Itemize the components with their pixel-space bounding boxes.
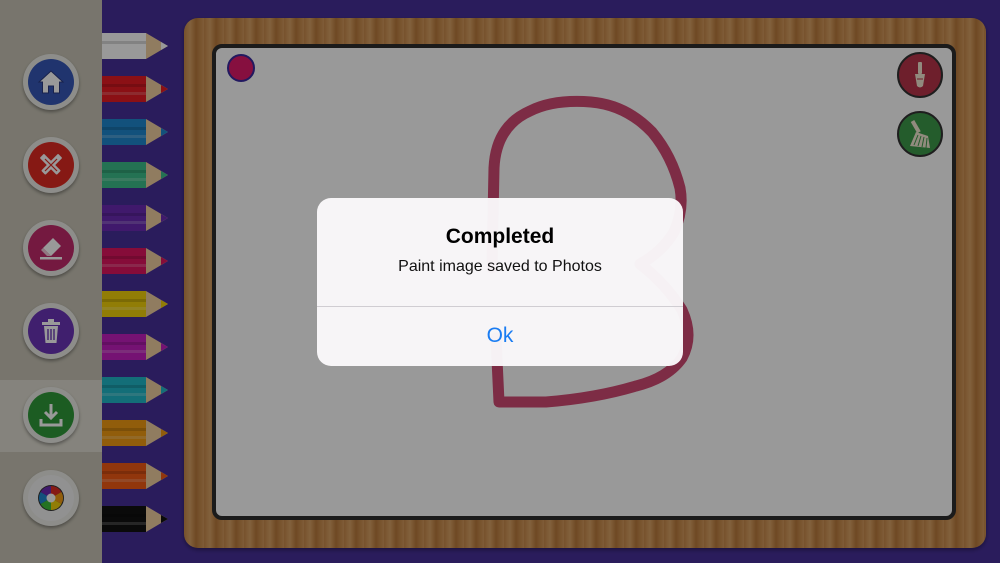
alert-dialog: Completed Paint image saved to Photos Ok <box>317 198 683 366</box>
ok-button[interactable]: Ok <box>317 307 683 366</box>
alert-title: Completed <box>445 225 555 248</box>
paint-app: Completed Paint image saved to Photos Ok <box>0 0 1000 563</box>
alert-message: Paint image saved to Photos <box>398 258 602 275</box>
